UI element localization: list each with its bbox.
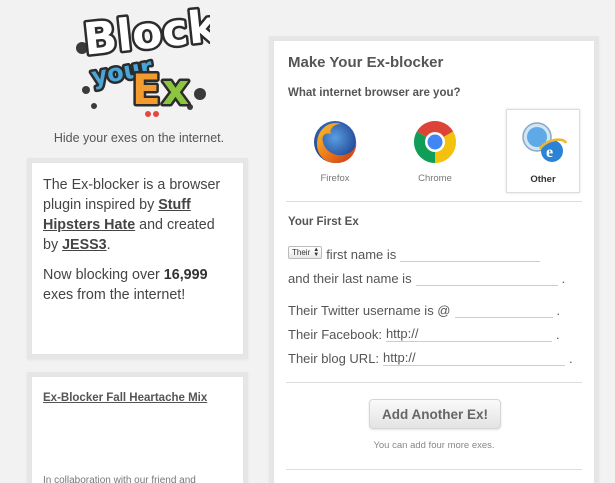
first-name-row: Their ▲ ▼ first name is <box>288 240 580 262</box>
period: . <box>556 303 561 318</box>
intro-paragraph: The Ex-blocker is a browser plugin inspi… <box>43 175 232 255</box>
intro-card: The Ex-blocker is a browser plugin inspi… <box>31 162 244 355</box>
browser-option-other[interactable]: e Other <box>506 109 580 193</box>
period: . <box>555 327 560 342</box>
period: . <box>561 271 566 286</box>
last-name-label: and their last name is <box>288 271 412 286</box>
divider <box>286 469 582 470</box>
blocking-count-paragraph: Now blocking over 16,999 exes from the i… <box>43 265 232 305</box>
blocked-count: 16,999 <box>163 267 208 283</box>
browser-question: What internet browser are you? <box>288 87 461 99</box>
divider <box>286 201 582 202</box>
blocking-text: Now blocking over <box>43 267 164 283</box>
firefox-label: Firefox <box>320 173 350 184</box>
intro-text: The Ex-blocker is a browser plugin inspi… <box>43 177 221 213</box>
svg-text:E: E <box>132 65 161 114</box>
blog-label: Their blog URL: <box>288 351 380 366</box>
mix-title-link[interactable]: Ex-Blocker Fall Heartache Mix <box>43 392 207 404</box>
blocking-text-2: exes from the internet! <box>43 287 186 303</box>
svg-text:e: e <box>546 144 553 161</box>
chrome-icon <box>413 120 457 163</box>
first-name-label: first name is <box>326 247 397 262</box>
chrome-label: Chrome <box>418 173 452 184</box>
make-ex-blocker-panel: Make Your Ex-blocker What internet brows… <box>273 40 595 483</box>
facebook-label: Their Facebook: <box>288 327 382 342</box>
last-name-row: and their last name is . <box>288 264 580 286</box>
firefox-icon <box>314 121 357 164</box>
safari-ie-icon: e <box>522 122 568 162</box>
blog-input[interactable] <box>383 349 566 366</box>
add-note: You can add four more exes. <box>373 440 495 451</box>
select-arrows-icon: ▲ ▼ <box>313 246 320 258</box>
panel-title: Make Your Ex-blocker <box>288 54 444 71</box>
twitter-label: Their Twitter username is @ <box>288 303 451 318</box>
tagline: Hide your exes on the internet. <box>53 131 225 145</box>
jess3-link[interactable]: JESS3 <box>62 237 107 253</box>
pronoun-select[interactable]: Their ▲ ▼ <box>288 246 323 259</box>
blog-row: Their blog URL: . <box>288 344 580 366</box>
twitter-input[interactable] <box>454 301 553 318</box>
browser-option-firefox[interactable]: Firefox <box>298 109 372 193</box>
add-another-ex-button[interactable]: Add Another Ex! <box>369 399 501 429</box>
first-ex-heading: Your First Ex <box>288 216 359 228</box>
facebook-input[interactable] <box>385 325 552 342</box>
pronoun-select-value: Their <box>292 248 311 257</box>
intro-period: . <box>106 237 111 253</box>
browser-option-chrome[interactable]: Chrome <box>398 109 472 193</box>
period: . <box>569 351 573 366</box>
mix-card: Ex-Blocker Fall Heartache Mix In collabo… <box>31 376 244 483</box>
ex-form: Their ▲ ▼ first name is and their last nam… <box>288 240 580 366</box>
block-your-ex-logo: Block your E x <box>70 0 224 120</box>
first-name-input[interactable] <box>400 245 541 262</box>
browser-options: Firefox Chrome e Other <box>288 109 580 201</box>
last-name-input[interactable] <box>415 269 558 286</box>
other-label: Other <box>530 174 556 185</box>
mix-text: In collaboration with our friend and <box>43 475 196 483</box>
add-ex-section: Add Another Ex! You can add four more ex… <box>288 383 580 469</box>
svg-text:x: x <box>162 65 189 114</box>
facebook-row: Their Facebook: . <box>288 320 580 342</box>
twitter-row: Their Twitter username is @ . <box>288 296 580 318</box>
